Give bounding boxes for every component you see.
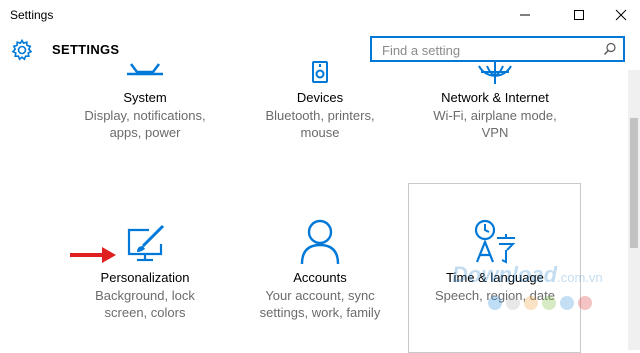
tile-time-language[interactable]: Time & language Speech, region, date: [409, 218, 581, 304]
gear-icon[interactable]: [10, 38, 34, 67]
paintbrush-monitor-icon: [127, 224, 165, 262]
watermark-text: Download: [452, 262, 558, 287]
tile-description: Wi-Fi, airplane mode, VPN: [433, 108, 557, 140]
minimize-icon: [520, 14, 530, 16]
tile-personalization[interactable]: Personalization Background, lock screen,…: [59, 222, 231, 321]
tile-system[interactable]: System Display, notifications, apps, pow…: [59, 58, 231, 141]
tile-name: Devices: [296, 90, 344, 105]
minimize-button[interactable]: [502, 0, 548, 30]
tile-name: Accounts: [293, 270, 347, 285]
tile-name: System: [123, 90, 167, 105]
tile-devices[interactable]: Devices Bluetooth, printers, mouse: [234, 58, 406, 141]
close-button[interactable]: [598, 0, 640, 30]
keyboard-speaker-icon: [312, 61, 328, 83]
scrollbar-thumb[interactable]: [630, 118, 638, 248]
search-input[interactable]: [380, 41, 599, 59]
page-title: SETTINGS: [52, 42, 120, 57]
maximize-button[interactable]: [556, 0, 602, 30]
window-title: Settings: [10, 8, 54, 22]
watermark-dots: [488, 296, 592, 310]
watermark-suffix: .com.vn: [557, 270, 603, 285]
close-icon: [615, 9, 627, 21]
search-icon[interactable]: [603, 42, 617, 61]
tile-description: Bluetooth, printers, mouse: [265, 108, 375, 140]
person-icon: [300, 219, 340, 265]
clock-language-icon: [474, 219, 516, 264]
tile-description: Display, notifications, apps, power: [84, 108, 206, 140]
watermark: Download.com.vn: [452, 262, 603, 288]
title-bar: Settings: [0, 0, 640, 30]
maximize-icon: [574, 10, 584, 20]
annotation-arrow-icon: [70, 247, 116, 263]
tile-name: Personalization: [100, 270, 190, 285]
tile-network-internet[interactable]: Network & Internet Wi-Fi, airplane mode,…: [409, 58, 581, 141]
monitor-icon: [127, 63, 163, 76]
globe-icon: [478, 62, 512, 84]
tile-description: Background, lock screen, colors: [95, 288, 195, 320]
scrollbar[interactable]: [628, 70, 640, 350]
tile-accounts[interactable]: Accounts Your account, sync settings, wo…: [234, 218, 406, 321]
tile-description: Your account, sync settings, work, famil…: [259, 288, 381, 320]
tile-name: Network & Internet: [441, 90, 549, 105]
